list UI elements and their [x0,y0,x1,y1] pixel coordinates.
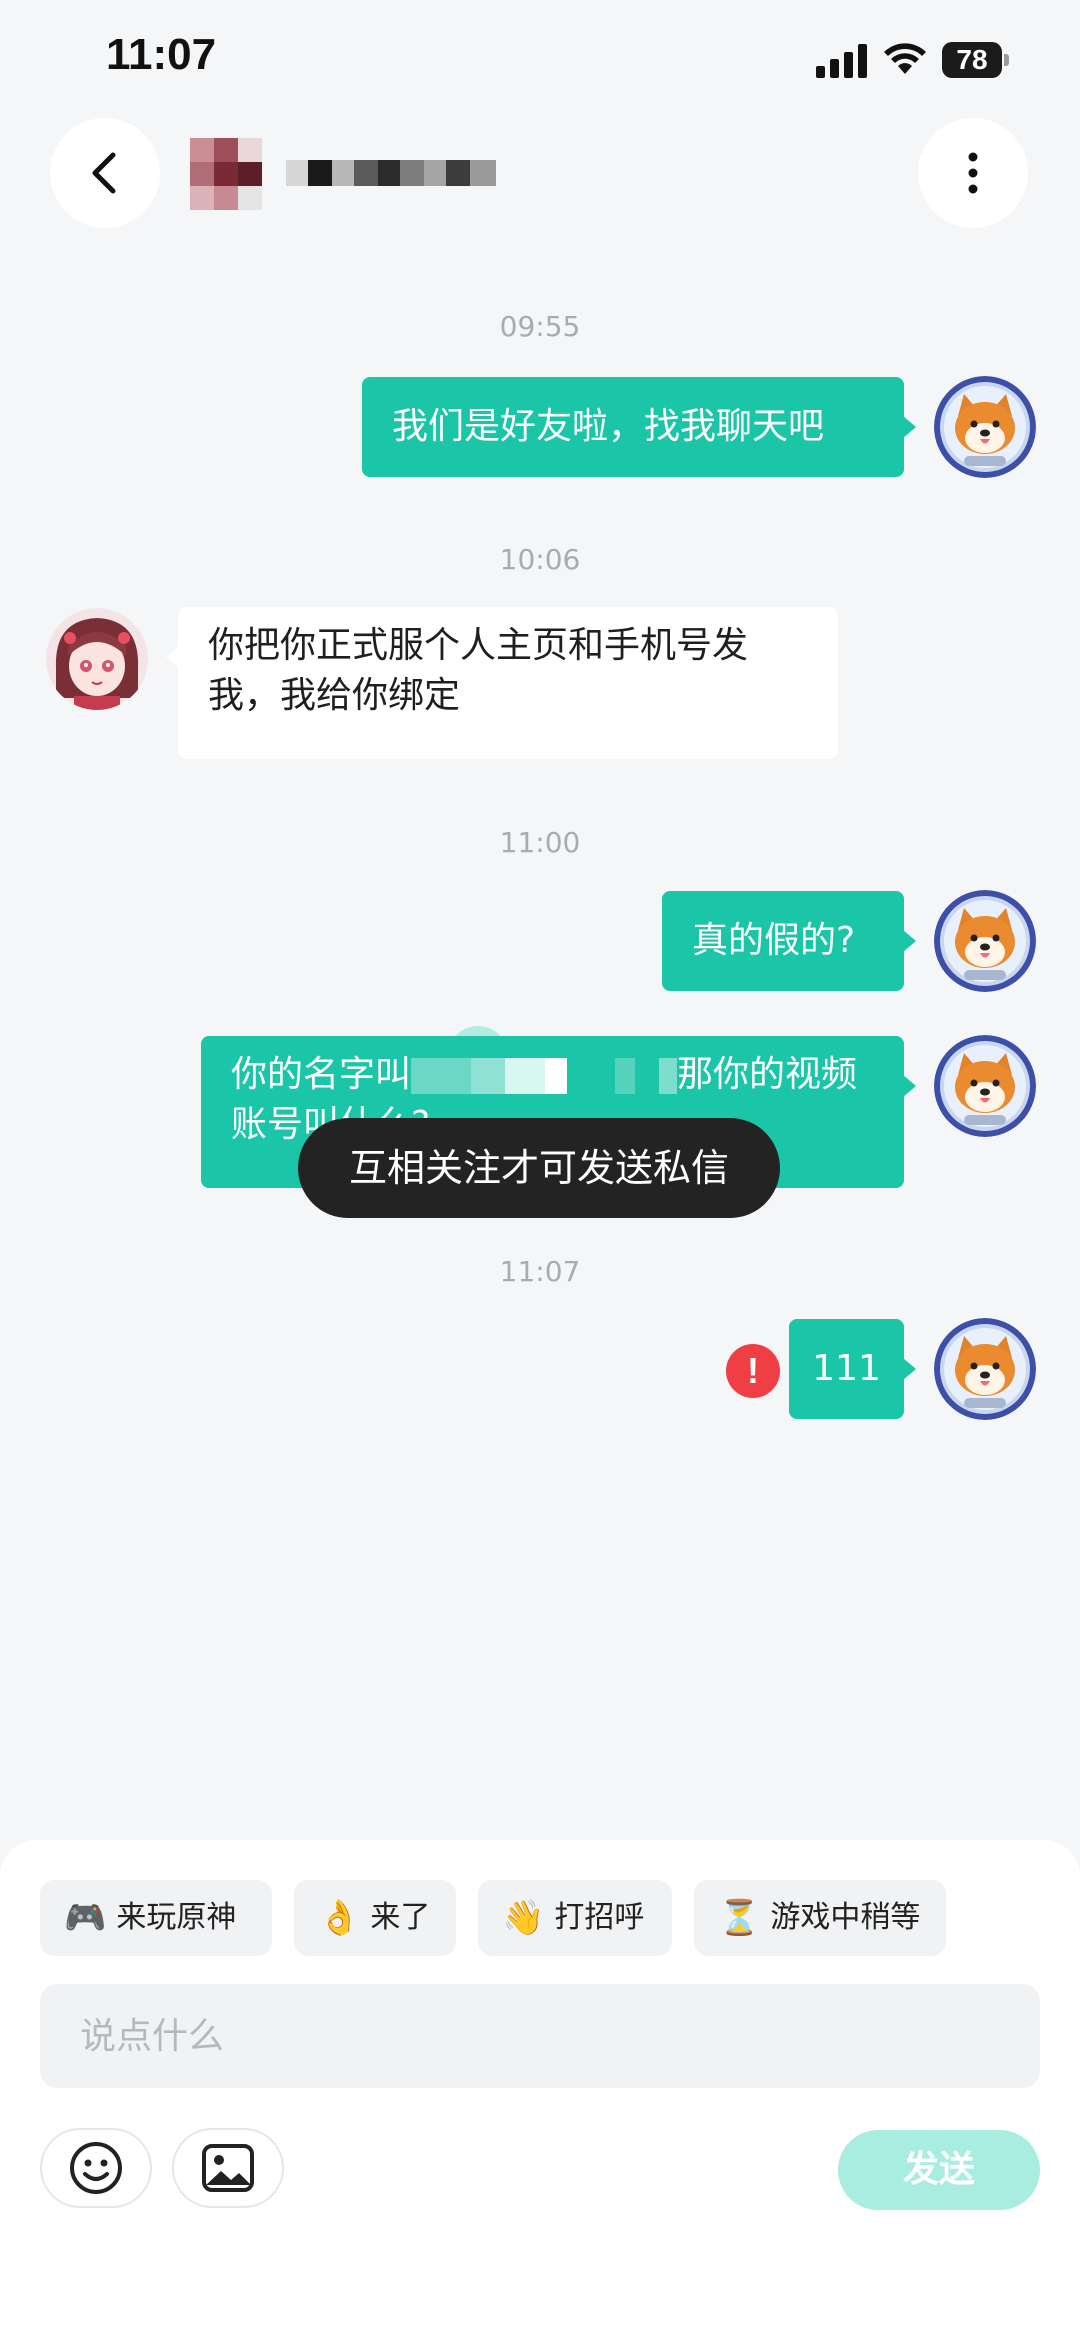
contact-message-avatar[interactable] [46,608,148,710]
bubble-tail [903,930,916,952]
message-timestamp: 11:07 [499,1255,581,1288]
contact-name-redacted [286,160,496,186]
more-vertical-icon [968,152,978,194]
message-text: 你把你正式服个人主页和手机号发我，我给你绑定 [208,625,749,716]
redacted-name [635,1058,660,1094]
signal-icon [816,44,867,78]
toast-message: 互相关注才可发送私信 [298,1118,780,1218]
message-text: 真的假的? [692,920,856,961]
wifi-icon [884,43,926,74]
message-text-part2: 那你的视频 [677,1054,858,1095]
more-button[interactable] [918,118,1028,228]
quick-reply-play-genshin[interactable]: 🎮 来玩原神 [40,1880,272,1956]
message-text: 111 [812,1348,881,1389]
message-text-part1: 你的名字叫 [231,1054,412,1095]
quick-reply-label: 游戏中稍等 [770,1900,921,1935]
battery-icon: 78 [942,42,1010,78]
bubble-tail [903,1358,916,1380]
message-input[interactable] [40,1984,1040,2088]
back-button[interactable] [50,118,160,228]
message-timestamp: 11:00 [499,826,581,859]
my-avatar[interactable] [934,376,1036,478]
contact-avatar[interactable] [190,138,262,210]
redacted-name [411,1058,472,1094]
redacted-name [471,1058,506,1094]
battery-level: 78 [956,44,988,75]
quick-reply-label: 来玩原神 [116,1900,237,1935]
chevron-left-icon [92,152,116,194]
my-avatar[interactable] [934,1318,1036,1420]
redacted-name [545,1058,568,1094]
image-button[interactable] [172,2128,284,2208]
hourglass-icon: ⏳ [718,1898,761,1938]
error-icon[interactable]: ! [726,1344,780,1398]
quick-reply-greet[interactable]: 👋 打招呼 [478,1880,672,1956]
image-icon [202,2144,254,2192]
waving-hand-icon: 👋 [502,1898,545,1938]
quick-reply-label: 打招呼 [554,1900,645,1935]
gamepad-icon: 🎮 [64,1898,107,1938]
redacted-name [615,1058,636,1094]
emoji-button[interactable] [40,2128,152,2208]
status-time: 11:07 [106,30,217,79]
message-bubble-outgoing[interactable]: 我们是好友啦，找我聊天吧 [362,377,904,477]
message-timestamp: 10:06 [499,543,581,576]
bubble-tail [166,646,179,668]
redacted-name [659,1058,678,1094]
battery-tip [1004,54,1009,66]
chat-header [0,110,1080,240]
status-bar: 11:07 78 [0,0,1080,120]
redacted-name [505,1058,546,1094]
my-avatar[interactable] [934,1035,1036,1137]
message-bubble-outgoing[interactable]: 111 [789,1319,904,1419]
send-button[interactable]: 发送 [838,2130,1040,2210]
message-text: 我们是好友啦，找我聊天吧 [392,406,825,447]
composer-panel: 🎮 来玩原神 👌 来了 👋 打招呼 ⏳ 游戏中稍等 发送 [0,1840,1080,2337]
message-bubble-incoming[interactable]: 你把你正式服个人主页和手机号发我，我给你绑定 [178,607,838,759]
quick-reply-coming[interactable]: 👌 来了 [294,1880,456,1956]
message-bubble-outgoing[interactable]: 真的假的? [662,891,904,991]
bubble-tail [903,1075,916,1097]
quick-reply-in-game-wait[interactable]: ⏳ 游戏中稍等 [694,1880,946,1956]
ok-hand-icon: 👌 [318,1898,361,1938]
message-timestamp: 09:55 [499,310,581,343]
quick-reply-label: 来了 [370,1900,431,1935]
bubble-tail [903,416,916,438]
redacted-name [567,1058,616,1094]
my-avatar[interactable] [934,890,1036,992]
emoji-icon [70,2142,122,2194]
